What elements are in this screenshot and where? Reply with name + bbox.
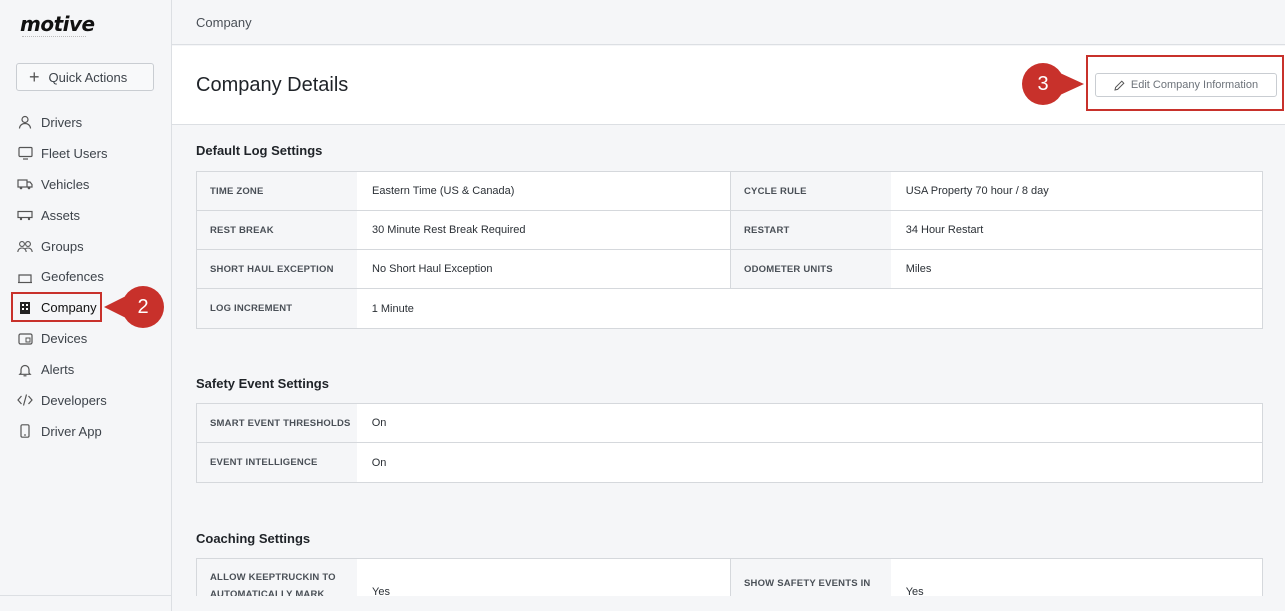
pencil-icon xyxy=(1114,79,1125,91)
monitor-icon xyxy=(17,145,33,161)
table-row: SMART EVENT THRESHOLDS On xyxy=(197,404,1262,443)
setting-key: LOG INCREMENT xyxy=(197,289,357,328)
sidebar-item-label: Groups xyxy=(41,238,84,254)
setting-value: 34 Hour Restart xyxy=(905,224,984,236)
group-icon xyxy=(17,238,33,254)
setting-value: No Short Haul Exception xyxy=(372,263,493,275)
sidebar-item-groups[interactable]: Groups xyxy=(0,231,172,262)
sidebar-item-label: Vehicles xyxy=(41,176,90,192)
sidebar-nav: Drivers Fleet Users Vehicles Assets Grou… xyxy=(0,107,172,447)
bell-icon xyxy=(17,362,33,378)
callout-badge-2: 2 xyxy=(122,286,164,328)
table-row: TIME ZONE Eastern Time (US & Canada) CYC… xyxy=(197,172,1262,211)
sidebar-item-label: Developers xyxy=(41,392,107,408)
table-row: EVENT INTELLIGENCE On xyxy=(197,443,1262,482)
sidebar-item-label: Driver App xyxy=(41,423,102,439)
geofence-icon xyxy=(17,269,33,285)
table-row: ALLOW KEEPTRUCKIN TO AUTOMATICALLY MARK … xyxy=(197,559,1262,596)
sidebar-item-driver-app[interactable]: Driver App xyxy=(0,416,172,447)
table-row: LOG INCREMENT 1 Minute xyxy=(197,289,1262,328)
setting-key: SHORT HAUL EXCEPTION xyxy=(197,250,357,288)
section-title-log: Default Log Settings xyxy=(196,143,323,158)
section-title-safety: Safety Event Settings xyxy=(196,376,329,391)
setting-key: CYCLE RULE xyxy=(731,172,891,210)
sidebar-item-drivers[interactable]: Drivers xyxy=(0,107,172,138)
quick-actions-button[interactable]: + Quick Actions xyxy=(16,63,154,91)
setting-value: USA Property 70 hour / 8 day xyxy=(905,185,1049,197)
highlight-box xyxy=(11,292,102,323)
main-content: Company Company Details Edit Company Inf… xyxy=(172,0,1285,611)
setting-value: Yes xyxy=(905,586,924,596)
sidebar-item-label: Alerts xyxy=(41,362,75,378)
sidebar-item-devices[interactable]: Devices xyxy=(0,323,172,354)
sidebar-item-label: Geofences xyxy=(41,269,104,285)
coaching-settings-table: ALLOW KEEPTRUCKIN TO AUTOMATICALLY MARK … xyxy=(196,558,1263,596)
section-title-coaching: Coaching Settings xyxy=(196,531,311,546)
callout-2-pointer xyxy=(104,296,126,318)
safety-settings-table: SMART EVENT THRESHOLDS On EVENT INTELLIG… xyxy=(196,403,1263,483)
callout-number: 3 xyxy=(1037,72,1049,95)
sidebar-item-label: Fleet Users xyxy=(41,145,108,161)
sidebar-item-label: Drivers xyxy=(41,114,83,130)
sidebar-item-fleet-users[interactable]: Fleet Users xyxy=(0,138,172,169)
callout-number: 2 xyxy=(137,295,149,318)
breadcrumb: Company xyxy=(172,0,1285,45)
setting-key: REST BREAK xyxy=(197,211,357,249)
quick-actions-label: Quick Actions xyxy=(48,69,128,85)
trailer-icon xyxy=(17,207,33,223)
setting-value: Yes xyxy=(372,586,390,596)
callout-3-pointer xyxy=(1060,73,1084,95)
person-icon xyxy=(17,114,33,130)
motive-logo[interactable]: motive xyxy=(20,12,95,36)
table-row: REST BREAK 30 Minute Rest Break Required… xyxy=(197,211,1262,250)
page-header: Company Details Edit Company Information xyxy=(172,46,1285,125)
plus-icon: + xyxy=(29,67,40,87)
setting-value: Eastern Time (US & Canada) xyxy=(372,185,515,197)
sidebar-divider xyxy=(0,595,172,596)
setting-value: 30 Minute Rest Break Required xyxy=(372,224,526,236)
sidebar-item-label: Assets xyxy=(41,207,81,223)
sidebar-item-vehicles[interactable]: Vehicles xyxy=(0,169,172,200)
sidebar-item-developers[interactable]: Developers xyxy=(0,385,172,416)
setting-value: On xyxy=(371,456,387,469)
setting-key: SMART EVENT THRESHOLDS xyxy=(197,404,357,442)
truck-icon xyxy=(17,176,33,192)
phone-icon xyxy=(17,423,33,439)
logo-underline xyxy=(22,36,86,38)
sidebar-item-alerts[interactable]: Alerts xyxy=(0,354,172,385)
setting-value: On xyxy=(371,417,387,429)
setting-key: TIME ZONE xyxy=(197,172,357,210)
setting-value: Miles xyxy=(905,263,932,275)
setting-value: 1 Minute xyxy=(371,302,414,315)
code-icon xyxy=(17,392,33,408)
setting-key: EVENT INTELLIGENCE xyxy=(197,443,357,482)
setting-key: ALLOW KEEPTRUCKIN TO AUTOMATICALLY MARK xyxy=(197,559,357,596)
page-title: Company Details xyxy=(196,74,349,96)
edit-button-label: Edit Company Information xyxy=(1130,79,1259,91)
device-icon xyxy=(17,331,33,347)
sidebar-item-label: Devices xyxy=(41,331,88,347)
setting-key: SHOW SAFETY EVENTS IN xyxy=(731,559,891,596)
table-row: SHORT HAUL EXCEPTION No Short Haul Excep… xyxy=(197,250,1262,289)
edit-company-information-button[interactable]: Edit Company Information xyxy=(1095,73,1277,97)
setting-key: RESTART xyxy=(731,211,891,249)
sidebar-item-assets[interactable]: Assets xyxy=(0,200,172,231)
setting-key: ODOMETER UNITS xyxy=(731,250,891,288)
log-settings-table: TIME ZONE Eastern Time (US & Canada) CYC… xyxy=(196,171,1263,329)
breadcrumb-company[interactable]: Company xyxy=(196,15,252,30)
